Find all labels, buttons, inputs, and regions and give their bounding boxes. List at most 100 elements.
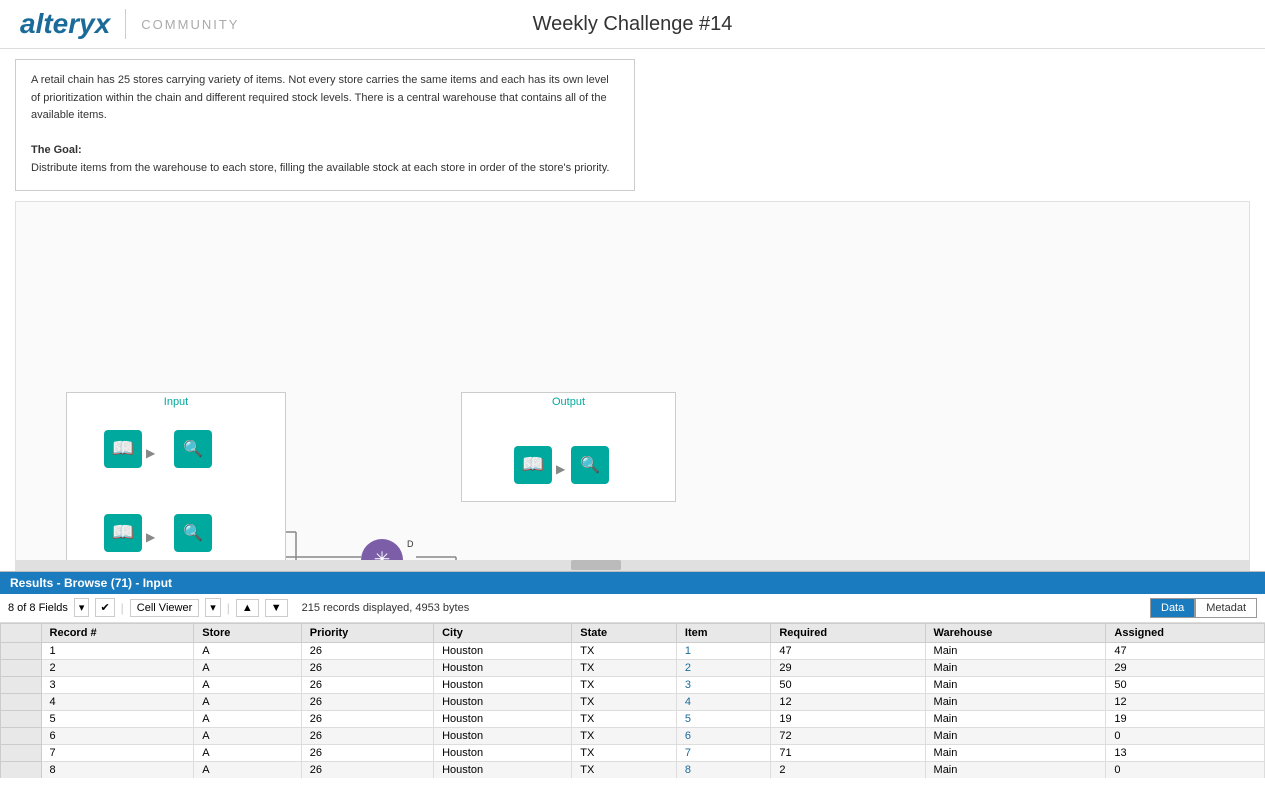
table-cell: 29: [771, 659, 925, 676]
row-indicator: [1, 761, 42, 778]
output-box-title: Output: [462, 393, 675, 411]
col-header-rownum: [1, 623, 42, 642]
sort-up-btn[interactable]: ▲: [236, 599, 259, 617]
input-box-title: Input: [67, 393, 285, 411]
description-text: A retail chain has 25 stores carrying va…: [31, 74, 609, 121]
row-indicator: [1, 744, 42, 761]
table-cell: 1: [41, 642, 194, 659]
table-cell: Main: [925, 659, 1106, 676]
table-cell: 0: [1106, 761, 1265, 778]
bottom-panel-header: Results - Browse (71) - Input: [0, 572, 1265, 594]
col-header-state[interactable]: State: [572, 623, 677, 642]
table-cell: Main: [925, 642, 1106, 659]
table-cell: Main: [925, 761, 1106, 778]
fields-dropdown-btn[interactable]: ▾: [74, 598, 90, 617]
data-btn[interactable]: Data: [1150, 598, 1195, 618]
table-cell: Houston: [434, 659, 572, 676]
col-header-warehouse[interactable]: Warehouse: [925, 623, 1106, 642]
table-cell: 26: [301, 642, 433, 659]
row-indicator: [1, 710, 42, 727]
col-header-record[interactable]: Record #: [41, 623, 194, 642]
table-cell: TX: [572, 676, 677, 693]
table-row: 4A26HoustonTX412Main12: [1, 693, 1265, 710]
table-cell: 3: [41, 676, 194, 693]
output-browse-icon[interactable]: 🔍: [571, 446, 609, 484]
cell-viewer-btn[interactable]: Cell Viewer: [130, 599, 199, 617]
table-cell: 47: [1106, 642, 1265, 659]
table-cell: 5: [41, 710, 194, 727]
separator-1: |: [121, 601, 124, 615]
table-cell: Houston: [434, 744, 572, 761]
row-indicator: [1, 659, 42, 676]
goal-text: Distribute items from the warehouse to e…: [31, 162, 609, 174]
table-cell: Main: [925, 727, 1106, 744]
col-header-required[interactable]: Required: [771, 623, 925, 642]
metadata-btn[interactable]: Metadat: [1195, 598, 1257, 618]
table-cell: 26: [301, 727, 433, 744]
table-cell: 8: [41, 761, 194, 778]
separator-2: |: [227, 601, 230, 615]
browse-icon-2[interactable]: 🔍: [174, 514, 212, 552]
records-info: 215 records displayed, 4953 bytes: [302, 602, 470, 614]
table-container[interactable]: Record # Store Priority City State Item …: [0, 623, 1265, 778]
data-table: Record # Store Priority City State Item …: [0, 623, 1265, 778]
output-book-icon[interactable]: 📖: [514, 446, 552, 484]
sort-down-btn[interactable]: ▼: [265, 599, 288, 617]
col-header-priority[interactable]: Priority: [301, 623, 433, 642]
browse-icon-1[interactable]: 🔍: [174, 430, 212, 468]
table-cell: 26: [301, 710, 433, 727]
col-header-item[interactable]: Item: [676, 623, 770, 642]
table-cell: 19: [771, 710, 925, 727]
table-cell: 26: [301, 659, 433, 676]
col-header-store[interactable]: Store: [194, 623, 302, 642]
output-arrow: ▶: [556, 462, 565, 476]
table-cell: Main: [925, 693, 1106, 710]
table-cell: 12: [771, 693, 925, 710]
table-cell: TX: [572, 693, 677, 710]
book-icon-2[interactable]: 📖: [104, 514, 142, 552]
table-cell: 4: [676, 693, 770, 710]
table-cell: 50: [771, 676, 925, 693]
row-indicator: [1, 727, 42, 744]
table-cell: TX: [572, 659, 677, 676]
table-cell: TX: [572, 710, 677, 727]
table-cell: Houston: [434, 676, 572, 693]
output-box: Output: [461, 392, 676, 502]
canvas-scrollbar[interactable]: [16, 560, 1249, 570]
col-header-assigned[interactable]: Assigned: [1106, 623, 1265, 642]
table-cell: Main: [925, 710, 1106, 727]
table-row: 8A26HoustonTX82Main0: [1, 761, 1265, 778]
table-cell: A: [194, 727, 302, 744]
table-cell: Houston: [434, 693, 572, 710]
header-divider: [125, 9, 126, 39]
table-cell: 7: [41, 744, 194, 761]
table-cell: 2: [676, 659, 770, 676]
bottom-toolbar: 8 of 8 Fields ▾ ✔ | Cell Viewer ▾ | ▲ ▼ …: [0, 594, 1265, 623]
table-cell: 26: [301, 676, 433, 693]
table-row: 2A26HoustonTX229Main29: [1, 659, 1265, 676]
table-cell: 13: [1106, 744, 1265, 761]
table-cell: 29: [1106, 659, 1265, 676]
table-cell: 3: [676, 676, 770, 693]
table-cell: 26: [301, 761, 433, 778]
challenge-title: Weekly Challenge #14: [533, 13, 733, 36]
table-cell: 12: [1106, 693, 1265, 710]
table-cell: TX: [572, 744, 677, 761]
table-row: 5A26HoustonTX519Main19: [1, 710, 1265, 727]
table-row: 3A26HoustonTX350Main50: [1, 676, 1265, 693]
table-cell: TX: [572, 761, 677, 778]
table-cell: 2: [771, 761, 925, 778]
table-cell: A: [194, 761, 302, 778]
bottom-panel: Results - Browse (71) - Input 8 of 8 Fie…: [0, 571, 1265, 778]
table-cell: Main: [925, 744, 1106, 761]
cell-viewer-dropdown[interactable]: ▾: [205, 598, 221, 617]
logo-alteryx: alteryx: [20, 8, 110, 40]
table-cell: 4: [41, 693, 194, 710]
table-cell: A: [194, 744, 302, 761]
col-header-city[interactable]: City: [434, 623, 572, 642]
canvas-scroll-thumb[interactable]: [571, 560, 621, 570]
table-row: 7A26HoustonTX771Main13: [1, 744, 1265, 761]
book-icon-1[interactable]: 📖: [104, 430, 142, 468]
table-cell: Houston: [434, 642, 572, 659]
fields-check-btn[interactable]: ✔: [95, 598, 114, 617]
